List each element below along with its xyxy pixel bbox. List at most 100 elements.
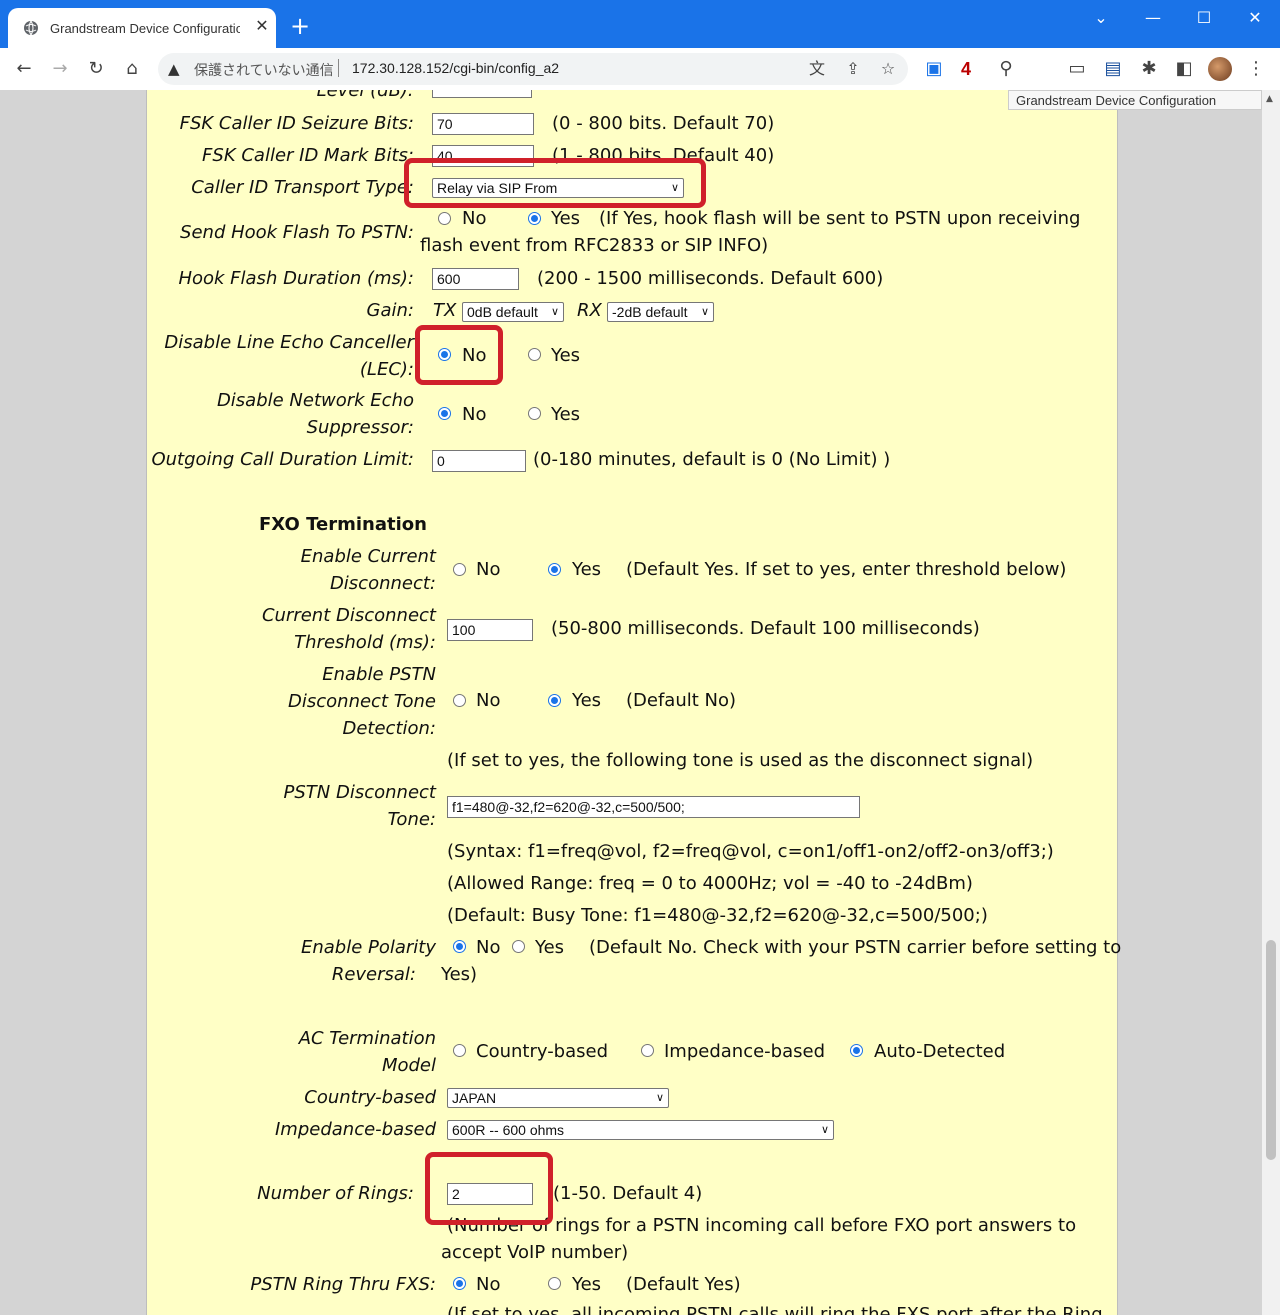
- hook-flash-duration-hint: (200 - 1500 milliseconds. Default 600): [537, 268, 884, 289]
- pstn-tone-det-yes-radio[interactable]: [548, 694, 561, 707]
- polarity-yes-label: Yes: [535, 937, 565, 958]
- gain-tx-value: 0dB default: [467, 304, 538, 320]
- menu-dots-icon[interactable]: ⋮: [1244, 57, 1268, 81]
- gain-rx-label: RX: [577, 300, 602, 321]
- hook-flash-pstn-no-radio[interactable]: [438, 212, 451, 225]
- country-select[interactable]: JAPAN ∨: [447, 1088, 669, 1108]
- tab-search-icon[interactable]: ⌄: [1086, 6, 1116, 30]
- call-limit-label: Outgoing Call Duration Limit:: [151, 449, 414, 470]
- ring-thru-yes-radio[interactable]: [548, 1277, 561, 1290]
- back-arrow-icon[interactable]: ←: [12, 57, 36, 81]
- scroll-up-arrow-icon[interactable]: ▲: [1266, 94, 1273, 104]
- nes-yes-radio[interactable]: [528, 407, 541, 420]
- lec-yes-radio[interactable]: [528, 348, 541, 361]
- hook-flash-pstn-yes-radio[interactable]: [528, 212, 541, 225]
- polarity-label-line2: Reversal:: [331, 964, 416, 985]
- current-thresh-label-line1: Current Disconnect: [261, 605, 436, 626]
- browser-tab[interactable]: Grandstream Device Configuratio ✕: [8, 8, 276, 48]
- forward-arrow-icon[interactable]: →: [48, 57, 72, 81]
- chevron-down-icon: ∨: [655, 1092, 664, 1104]
- gain-tx-select[interactable]: 0dB default ∨: [462, 302, 564, 322]
- share-icon[interactable]: ⇪: [842, 58, 864, 80]
- lec-yes-label: Yes: [551, 345, 581, 366]
- gain-rx-select[interactable]: -2dB default ∨: [607, 302, 714, 322]
- pstn-tone-default: (Default: Busy Tone: f1=480@-32,f2=620@-…: [447, 905, 988, 926]
- rings-hint: (1-50. Default 4): [553, 1183, 703, 1204]
- translate-icon[interactable]: 文: [806, 58, 828, 80]
- ac-model-country-radio[interactable]: [453, 1044, 466, 1057]
- pstn-tone-range: (Allowed Range: freq = 0 to 4000Hz; vol …: [447, 873, 973, 894]
- close-window-button[interactable]: ✕: [1240, 6, 1270, 30]
- pstn-tone-det-no-radio[interactable]: [453, 694, 466, 707]
- highlight-lec: [415, 325, 503, 385]
- pstn-tone-input[interactable]: f1=480@-32,f2=620@-32,c=500/500;: [447, 796, 860, 818]
- pstn-tone-det-label-line2: Disconnect Tone: [288, 691, 436, 712]
- fxo-section-title: FXO Termination: [259, 514, 427, 535]
- close-tab-icon[interactable]: ✕: [252, 16, 272, 36]
- level-input[interactable]: [432, 90, 532, 98]
- address-bar[interactable]: ▲ 保護されていない通信 172.30.128.152/cgi-bin/conf…: [158, 53, 908, 85]
- polarity-hint-2: Yes): [441, 964, 478, 985]
- tab-tooltip: Grandstream Device Configuration: [1008, 90, 1262, 110]
- level-label: Level (dB):: [316, 90, 414, 101]
- fsk-seizure-input[interactable]: 70: [432, 113, 534, 135]
- bookmark-star-icon[interactable]: ☆: [877, 58, 899, 80]
- call-limit-hint: (0-180 minutes, default is 0 (No Limit) …: [533, 449, 891, 470]
- rings-note-2: accept VoIP number): [441, 1242, 629, 1263]
- ac-model-impedance-radio[interactable]: [641, 1044, 654, 1057]
- current-thresh-input[interactable]: 100: [447, 619, 533, 641]
- puzzle-extensions-icon[interactable]: ✱: [1137, 57, 1161, 81]
- polarity-no-label: No: [476, 937, 501, 958]
- map-pin-icon[interactable]: ⚲: [994, 57, 1018, 81]
- pstn-tone-det-yes-label: Yes: [572, 690, 602, 711]
- nes-no-radio[interactable]: [438, 407, 451, 420]
- hook-flash-pstn-hint-2: flash event from RFC2833 or SIP INFO): [420, 235, 769, 256]
- lec-label-line1: Disable Line Echo Canceller: [164, 332, 414, 353]
- current-disc-label-line2: Disconnect:: [329, 573, 436, 594]
- nes-yes-label: Yes: [551, 404, 581, 425]
- extension-window-icon[interactable]: ▣: [922, 57, 946, 81]
- pstn-tone-label-line2: Tone:: [387, 809, 436, 830]
- country-value: JAPAN: [452, 1090, 497, 1106]
- fsk-seizure-label: FSK Caller ID Seizure Bits:: [179, 113, 414, 134]
- current-disc-no-radio[interactable]: [453, 563, 466, 576]
- page-scrollbar[interactable]: ▲: [1262, 90, 1280, 1315]
- nes-no-label: No: [462, 404, 487, 425]
- tone-note: (If set to yes, the following tone is us…: [447, 750, 1034, 771]
- current-disc-yes-radio[interactable]: [548, 563, 561, 576]
- ring-thru-hint: (Default Yes): [626, 1274, 741, 1295]
- ac-model-label-line1: AC Termination: [298, 1028, 436, 1049]
- hook-flash-duration-input[interactable]: 600: [432, 268, 519, 290]
- scrollbar-thumb[interactable]: [1266, 940, 1276, 1160]
- home-icon[interactable]: ⌂: [120, 57, 144, 81]
- extension-badge-icon[interactable]: 4: [954, 57, 978, 81]
- chevron-down-icon: ∨: [700, 306, 709, 318]
- url-text[interactable]: 172.30.128.152/cgi-bin/config_a2: [352, 60, 559, 76]
- polarity-hint-1: (Default No. Check with your PSTN carrie…: [589, 937, 1122, 958]
- nes-label-line1: Disable Network Echo: [216, 390, 414, 411]
- screen-extension-icon[interactable]: ▤: [1101, 57, 1125, 81]
- security-status[interactable]: 保護されていない通信: [194, 60, 334, 80]
- maximize-button[interactable]: ☐: [1189, 6, 1219, 30]
- new-tab-button[interactable]: +: [290, 14, 310, 38]
- reload-icon[interactable]: ↻: [84, 57, 108, 81]
- gain-rx-value: -2dB default: [612, 304, 688, 320]
- ring-thru-label: PSTN Ring Thru FXS:: [250, 1274, 436, 1295]
- pstn-tone-det-label-line3: Detection:: [342, 718, 436, 739]
- address-separator: [338, 59, 339, 77]
- hook-flash-duration-label: Hook Flash Duration (ms):: [178, 268, 414, 289]
- ring-thru-no-radio[interactable]: [453, 1277, 466, 1290]
- pstn-tone-det-hint: (Default No): [626, 690, 737, 711]
- chat-extension-icon[interactable]: ▭: [1065, 57, 1089, 81]
- polarity-yes-radio[interactable]: [512, 940, 525, 953]
- hook-flash-pstn-yes-label: Yes: [551, 208, 581, 229]
- side-panel-icon[interactable]: ◧: [1172, 57, 1196, 81]
- minimize-button[interactable]: —: [1138, 6, 1168, 30]
- ac-model-auto-radio[interactable]: [850, 1044, 863, 1057]
- impedance-select[interactable]: 600R -- 600 ohms ∨: [447, 1120, 834, 1140]
- gain-label: Gain:: [366, 300, 414, 321]
- polarity-no-radio[interactable]: [453, 940, 466, 953]
- profile-avatar[interactable]: [1208, 57, 1232, 81]
- call-limit-input[interactable]: 0: [432, 450, 526, 472]
- impedance-label: Impedance-based: [274, 1119, 436, 1140]
